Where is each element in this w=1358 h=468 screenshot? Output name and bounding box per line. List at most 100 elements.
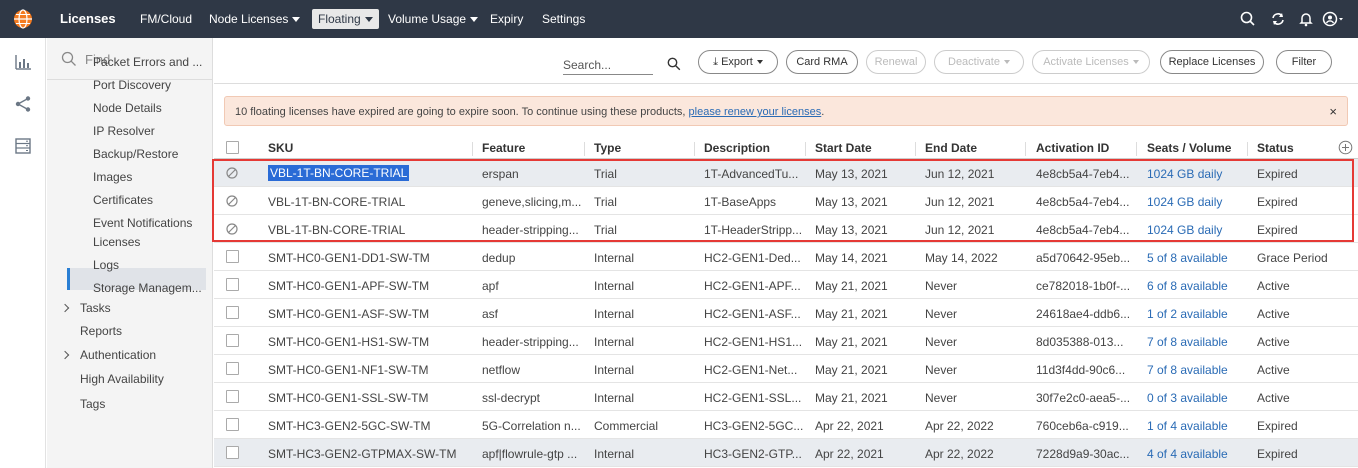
sidebar-item-reports[interactable]: Reports xyxy=(80,324,122,338)
cell-seats-volume[interactable]: 0 of 3 available xyxy=(1147,391,1228,405)
deactivate-button[interactable]: Deactivate xyxy=(934,50,1024,74)
table-row[interactable]: SMT-HC3-GEN2-GTPMAX-SW-TM apf|flowrule-gt… xyxy=(214,439,1358,467)
search-icon[interactable] xyxy=(667,57,681,71)
sidebar-item-tags[interactable]: Tags xyxy=(80,397,105,411)
cell-status: Active xyxy=(1257,335,1290,349)
storage-icon[interactable] xyxy=(13,136,33,156)
cell-description: 1T-AdvancedTu... xyxy=(704,167,799,181)
cell-seats-volume[interactable]: 6 of 8 available xyxy=(1147,279,1228,293)
search-icon[interactable] xyxy=(1239,10,1257,28)
row-checkbox[interactable] xyxy=(226,278,239,291)
cell-status: Grace Period xyxy=(1257,251,1328,265)
cell-sku: SMT-HC0-GEN1-ASF-SW-TM xyxy=(268,307,430,321)
cell-seats-volume[interactable]: 1 of 2 available xyxy=(1147,307,1228,321)
nav-volume-usage[interactable]: Volume Usage xyxy=(388,12,479,26)
table-row[interactable]: SMT-HC0-GEN1-NF1-SW-TM netflow Internal HC2… xyxy=(214,355,1358,383)
table-row[interactable]: VBL-1T-BN-CORE-TRIAL header-stripping... T… xyxy=(214,215,1358,243)
sidebar-item-port-discovery[interactable]: Port Discovery xyxy=(93,78,171,92)
table-row[interactable]: SMT-HC3-GEN2-5GC-SW-TM 5G-Correlation n..… xyxy=(214,411,1358,439)
sidebar-item-ip-resolver[interactable]: IP Resolver xyxy=(93,124,155,138)
row-checkbox[interactable] xyxy=(226,250,239,263)
table-row[interactable]: SMT-HC0-GEN1-ASF-SW-TM asf Internal HC2-GEN… xyxy=(214,299,1358,327)
chart-icon[interactable] xyxy=(13,52,33,72)
col-description[interactable]: Description xyxy=(704,141,770,155)
nav-fm-cloud[interactable]: FM/Cloud xyxy=(140,12,192,26)
col-seats-volume[interactable]: Seats / Volume xyxy=(1147,141,1231,155)
col-feature[interactable]: Feature xyxy=(482,141,525,155)
sidebar-item-images[interactable]: Images xyxy=(93,170,132,184)
cell-activation-id: 8d035388-013... xyxy=(1036,335,1124,349)
renew-licenses-link[interactable]: please renew your licenses xyxy=(689,106,822,118)
cell-seats-volume[interactable]: 1024 GB daily xyxy=(1147,195,1222,209)
col-sku[interactable]: SKU xyxy=(268,141,293,155)
select-all-checkbox[interactable] xyxy=(226,141,239,154)
nav-floating[interactable]: Floating xyxy=(312,9,379,29)
col-activation-id[interactable]: Activation ID xyxy=(1036,141,1109,155)
row-checkbox[interactable] xyxy=(226,446,239,459)
table-row[interactable]: SMT-HC0-GEN1-DD1-SW-TM dedup Internal HC2-G… xyxy=(214,243,1358,271)
sidebar-item-packet-errors[interactable]: Packet Errors and ... xyxy=(93,55,202,69)
sidebar-item-node-details[interactable]: Node Details xyxy=(93,101,162,115)
nav-settings[interactable]: Settings xyxy=(542,12,585,26)
cell-feature: geneve,slicing,m... xyxy=(482,195,582,209)
col-status[interactable]: Status xyxy=(1257,141,1294,155)
table-row[interactable]: VBL-1T-BN-CORE-TRIAL geneve,slicing,m... T… xyxy=(214,187,1358,215)
cell-seats-volume[interactable]: 7 of 8 available xyxy=(1147,335,1228,349)
col-type[interactable]: Type xyxy=(594,141,621,155)
cell-seats-volume[interactable]: 5 of 8 available xyxy=(1147,251,1228,265)
add-column-icon[interactable] xyxy=(1338,140,1353,155)
sidebar-item-event-notifications[interactable]: Event Notifications xyxy=(93,216,192,230)
row-checkbox[interactable] xyxy=(226,334,239,347)
row-checkbox[interactable] xyxy=(226,362,239,375)
row-checkbox[interactable] xyxy=(226,306,239,319)
filter-button[interactable]: Filter xyxy=(1276,50,1332,74)
nav-licenses[interactable]: Licenses xyxy=(60,11,116,26)
cell-end-date: May 14, 2022 xyxy=(925,251,998,265)
cell-type: Internal xyxy=(594,279,635,293)
user-icon[interactable] xyxy=(1322,10,1344,28)
chevron-down-icon xyxy=(756,60,763,65)
renewal-button[interactable]: Renewal xyxy=(866,50,926,74)
sidebar-item-licenses[interactable]: Licenses xyxy=(93,235,140,249)
cell-seats-volume[interactable]: 7 of 8 available xyxy=(1147,363,1228,377)
row-checkbox[interactable] xyxy=(226,418,239,431)
table-row[interactable]: SMT-HC0-GEN1-APF-SW-TM apf Internal HC2-GEN… xyxy=(214,271,1358,299)
cell-seats-volume[interactable]: 1024 GB daily xyxy=(1147,223,1222,237)
sidebar-item-authentication[interactable]: Authentication xyxy=(60,348,156,362)
sidebar-item-tasks[interactable]: Tasks xyxy=(60,301,111,315)
cell-status: Active xyxy=(1257,279,1290,293)
nav-node-licenses[interactable]: Node Licenses xyxy=(209,12,301,26)
col-start-date[interactable]: Start Date xyxy=(815,141,872,155)
cell-seats-volume[interactable]: 1024 GB daily xyxy=(1147,167,1222,181)
col-end-date[interactable]: End Date xyxy=(925,141,977,155)
cell-status: Expired xyxy=(1257,167,1298,181)
share-icon[interactable] xyxy=(13,94,33,114)
not-allowed-icon xyxy=(226,167,238,179)
cell-start-date: May 13, 2021 xyxy=(815,223,888,237)
bell-icon[interactable] xyxy=(1297,10,1315,28)
table-row[interactable]: SMT-HC0-GEN1-HS1-SW-TM header-stripping..… xyxy=(214,327,1358,355)
refresh-icon[interactable] xyxy=(1269,10,1287,28)
card-rma-button[interactable]: Card RMA xyxy=(786,50,858,74)
sidebar-item-backup-restore[interactable]: Backup/Restore xyxy=(93,147,178,161)
close-icon[interactable]: × xyxy=(1329,104,1337,119)
sidebar-item-certificates[interactable]: Certificates xyxy=(93,193,153,207)
search-input[interactable]: Search... xyxy=(563,58,653,75)
cell-seats-volume[interactable]: 4 of 4 available xyxy=(1147,447,1228,461)
sidebar-item-storage-management[interactable]: Storage Managem... xyxy=(93,281,202,295)
table-row[interactable]: VBL-1T-BN-CORE-TRIAL erspan Trial 1T-Advanc… xyxy=(214,159,1358,187)
cell-feature: apf xyxy=(482,279,499,293)
cell-end-date: Jun 12, 2021 xyxy=(925,223,995,237)
activate-licenses-button[interactable]: Activate Licenses xyxy=(1032,50,1150,74)
table-row[interactable]: SMT-HC0-GEN1-SSL-SW-TM ssl-decrypt Interna… xyxy=(214,383,1358,411)
cell-seats-volume[interactable]: 1 of 4 available xyxy=(1147,419,1228,433)
nav-expiry[interactable]: Expiry xyxy=(490,12,523,26)
cell-description: HC2-GEN1-SSL... xyxy=(704,391,802,405)
row-checkbox[interactable] xyxy=(226,390,239,403)
sidebar-item-high-availability[interactable]: High Availability xyxy=(80,372,164,386)
globe-logo-icon[interactable] xyxy=(12,8,34,30)
sidebar-item-logs[interactable]: Logs xyxy=(93,258,119,272)
replace-licenses-button[interactable]: Replace Licenses xyxy=(1160,50,1264,74)
cell-description: HC2-GEN1-Ded... xyxy=(704,251,801,265)
export-button[interactable]: ⤓ Export xyxy=(698,50,778,74)
